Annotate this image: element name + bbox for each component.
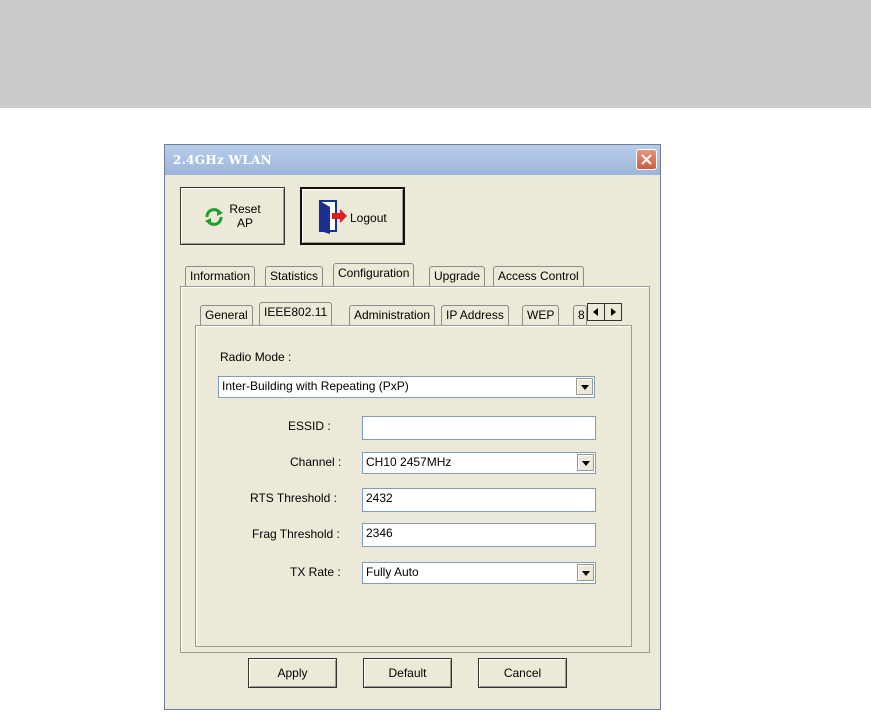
channel-label: Channel :: [290, 455, 342, 469]
essid-label: ESSID :: [288, 419, 331, 433]
subtab-overflow[interactable]: 8: [573, 305, 587, 325]
chevron-down-icon: [581, 385, 589, 390]
reset-label-line2: AP: [236, 216, 253, 230]
default-button[interactable]: Default: [363, 658, 452, 688]
channel-select[interactable]: CH10 2457MHz: [362, 452, 596, 474]
rts-threshold-input[interactable]: 2432: [362, 488, 596, 512]
arrow-left-icon: [593, 308, 598, 316]
tab-access-control[interactable]: Access Control: [493, 266, 584, 286]
tab-configuration[interactable]: Configuration: [333, 263, 415, 286]
radio-mode-dropdown-button[interactable]: [576, 378, 593, 395]
frag-threshold-input[interactable]: 2346: [362, 523, 596, 547]
channel-dropdown-button[interactable]: [577, 454, 594, 471]
frag-threshold-label: Frag Threshold :: [252, 527, 340, 541]
logout-label: Logout: [350, 211, 387, 225]
window-title: 2.4GHz WLAN: [173, 153, 272, 167]
radio-mode-value: Inter-Building with Repeating (PxP): [222, 379, 409, 393]
tx-rate-label: TX Rate :: [290, 565, 341, 579]
essid-input[interactable]: [362, 416, 596, 440]
refresh-icon: [205, 208, 223, 226]
radio-mode-select[interactable]: Inter-Building with Repeating (PxP): [218, 376, 595, 398]
close-button[interactable]: [636, 149, 657, 170]
ieee80211-panel: [195, 325, 632, 647]
reset-ap-button[interactable]: Reset AP: [180, 187, 285, 245]
door-exit-icon: [319, 200, 347, 234]
tx-rate-dropdown-button[interactable]: [577, 564, 594, 581]
subtab-general[interactable]: General: [200, 305, 253, 325]
tab-scroll-left-button[interactable]: [587, 303, 605, 321]
reset-label-line1: Reset: [229, 202, 261, 216]
chevron-down-icon: [582, 461, 590, 466]
radio-mode-label: Radio Mode :: [220, 350, 292, 364]
tx-rate-value: Fully Auto: [366, 565, 419, 579]
tab-scroll-right-button[interactable]: [604, 303, 622, 321]
subtab-ip-address[interactable]: IP Address: [441, 305, 509, 325]
subtab-ieee80211[interactable]: IEEE802.11: [259, 302, 333, 325]
tab-upgrade[interactable]: Upgrade: [429, 266, 486, 286]
channel-value: CH10 2457MHz: [366, 455, 452, 469]
close-icon: [641, 154, 652, 165]
chevron-down-icon: [582, 571, 590, 576]
tab-statistics[interactable]: Statistics: [265, 266, 324, 286]
logout-button[interactable]: Logout: [300, 187, 405, 245]
subtab-administration[interactable]: Administration: [349, 305, 436, 325]
reset-ap-label: Reset AP: [229, 202, 261, 230]
tx-rate-select[interactable]: Fully Auto: [362, 562, 596, 584]
subtab-wep[interactable]: WEP: [522, 305, 560, 325]
page-header-band: [0, 0, 871, 108]
tab-information[interactable]: Information: [185, 266, 256, 286]
cancel-button[interactable]: Cancel: [478, 658, 567, 688]
rts-threshold-label: RTS Threshold :: [250, 491, 337, 505]
title-bar[interactable]: 2.4GHz WLAN: [165, 145, 660, 175]
apply-button[interactable]: Apply: [248, 658, 337, 688]
arrow-right-icon: [611, 308, 616, 316]
